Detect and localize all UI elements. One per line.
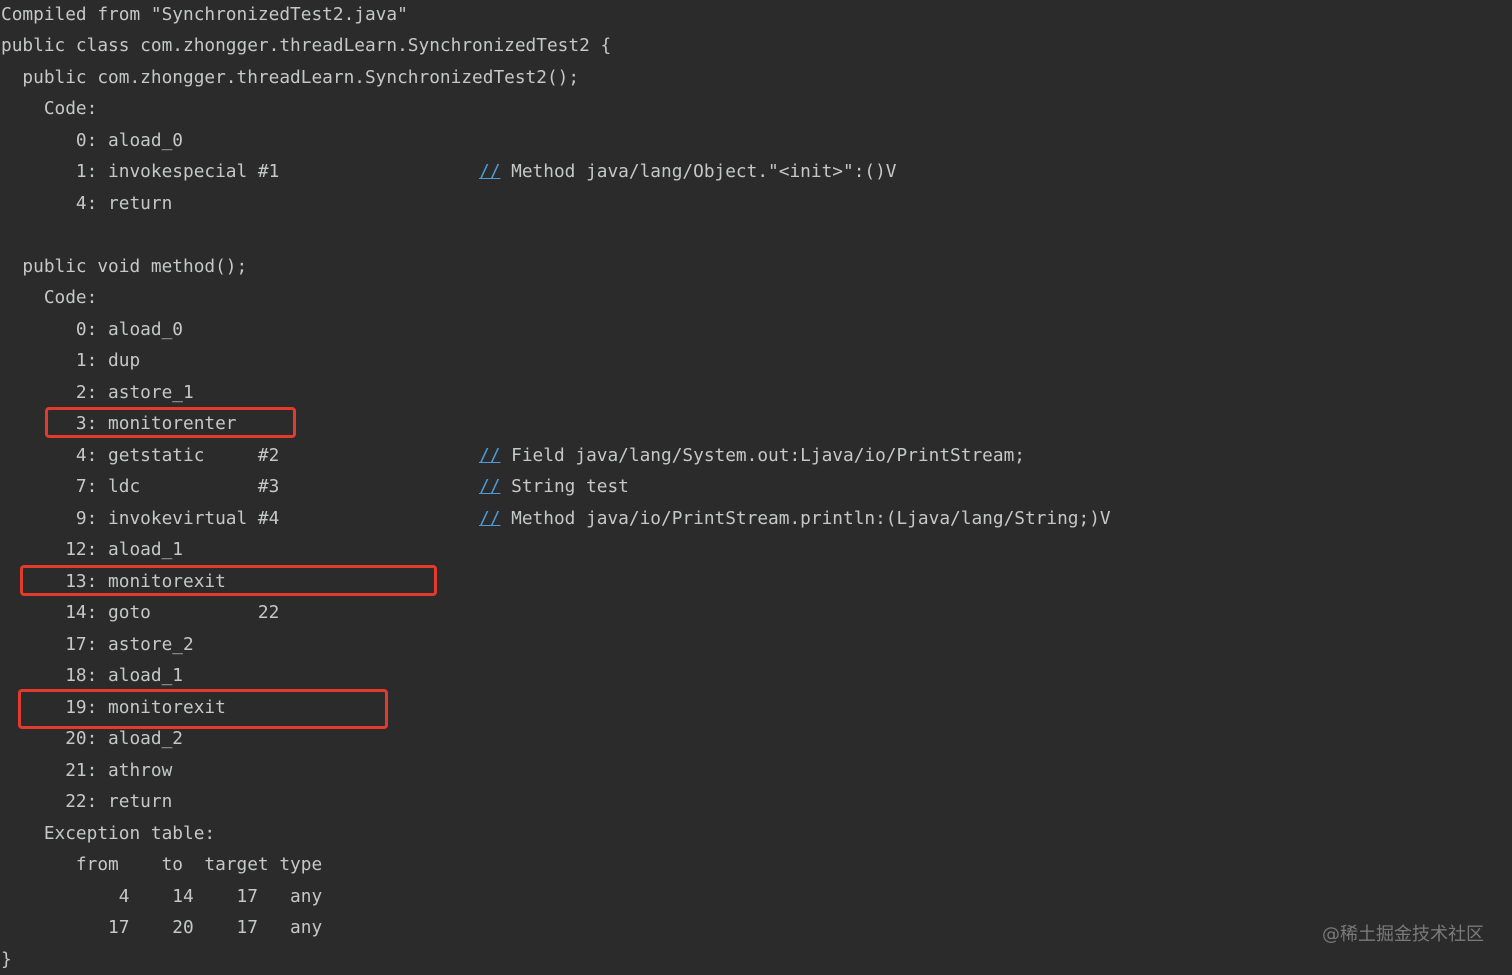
code-comment: // String test	[479, 471, 629, 503]
code-line: Code:	[1, 93, 97, 125]
comment-marker: //	[479, 445, 500, 466]
code-line: 21: athrow	[1, 755, 172, 787]
code-line: public com.zhongger.threadLearn.Synchron…	[1, 62, 579, 94]
code-line: 4 14 17 any	[1, 881, 322, 913]
code-text: 9: invokevirtual #4	[1, 508, 279, 529]
watermark: @稀土掘金技术社区	[1322, 920, 1484, 946]
bytecode-output: Compiled from "SynchronizedTest2.java" pu…	[1, 0, 1511, 972]
code-text: 4: getstatic #2	[1, 445, 279, 466]
code-line: 2: astore_1	[1, 377, 194, 409]
comment-text: Method java/io/PrintStream.println:(Ljav…	[500, 508, 1110, 529]
code-line: 18: aload_1	[1, 660, 183, 692]
code-line: 4: return	[1, 188, 172, 220]
code-text: 17: astore_2	[1, 634, 194, 655]
code-line: Exception table:	[1, 818, 215, 850]
comment-marker: //	[479, 508, 500, 529]
code-text: 14: goto 22	[1, 602, 279, 623]
code-text: public com.zhongger.threadLearn.Synchron…	[1, 67, 579, 88]
code-comment: // Field java/lang/System.out:Ljava/io/P…	[479, 440, 1025, 472]
code-text: 4: return	[1, 193, 172, 214]
code-text: 0: aload_0	[1, 319, 183, 340]
code-text: 1: dup	[1, 350, 140, 371]
code-line: 17 20 17 any	[1, 912, 322, 944]
code-line: from to target type	[1, 849, 322, 881]
comment-text: Field java/lang/System.out:Ljava/io/Prin…	[500, 445, 1025, 466]
code-text: 7: ldc #3	[1, 476, 279, 497]
code-line: Code:	[1, 282, 97, 314]
code-text: 0: aload_0	[1, 130, 183, 151]
code-text: 2: astore_1	[1, 382, 194, 403]
code-text: public class com.zhongger.threadLearn.Sy…	[1, 35, 611, 56]
code-text: Exception table:	[1, 823, 215, 844]
code-line: 17: astore_2	[1, 629, 194, 661]
code-line: public class com.zhongger.threadLearn.Sy…	[1, 30, 611, 62]
comment-text: Method java/lang/Object."<init>":()V	[500, 161, 896, 182]
code-text: 21: athrow	[1, 760, 172, 781]
code-text: 1: invokespecial #1	[1, 161, 279, 182]
code-line: Compiled from "SynchronizedTest2.java"	[1, 0, 408, 30]
code-line: 1: invokespecial #1// Method java/lang/O…	[1, 156, 279, 188]
code-line: }	[1, 944, 12, 975]
code-text: Code:	[1, 287, 97, 308]
code-text: public void method();	[1, 256, 247, 277]
code-text: Code:	[1, 98, 97, 119]
code-line: 0: aload_0	[1, 125, 183, 157]
highlight-monitorenter	[45, 407, 296, 438]
code-text: from to target type	[1, 854, 322, 875]
code-line: 9: invokevirtual #4// Method java/io/Pri…	[1, 503, 279, 535]
code-comment: // Method java/io/PrintStream.println:(L…	[479, 503, 1111, 535]
comment-marker: //	[479, 161, 500, 182]
code-line: 1: dup	[1, 345, 140, 377]
code-line: 0: aload_0	[1, 314, 183, 346]
code-text: }	[1, 949, 12, 970]
code-line: 4: getstatic #2// Field java/lang/System…	[1, 440, 279, 472]
code-text: 20: aload_2	[1, 728, 183, 749]
code-text: 18: aload_1	[1, 665, 183, 686]
code-text: Compiled from "SynchronizedTest2.java"	[1, 4, 408, 25]
code-line: 12: aload_1	[1, 534, 183, 566]
highlight-monitorexit-exception	[18, 689, 388, 729]
code-text: 17 20 17 any	[1, 917, 322, 938]
highlight-monitorexit-normal	[20, 565, 437, 596]
code-line: 22: return	[1, 786, 172, 818]
code-line: public void method();	[1, 251, 247, 283]
code-text: 4 14 17 any	[1, 886, 322, 907]
comment-text: String test	[500, 476, 628, 497]
code-text: 12: aload_1	[1, 539, 183, 560]
code-line: 14: goto 22	[1, 597, 279, 629]
code-comment: // Method java/lang/Object."<init>":()V	[479, 156, 897, 188]
code-line: 7: ldc #3// String test	[1, 471, 279, 503]
code-text: 22: return	[1, 791, 172, 812]
comment-marker: //	[479, 476, 500, 497]
